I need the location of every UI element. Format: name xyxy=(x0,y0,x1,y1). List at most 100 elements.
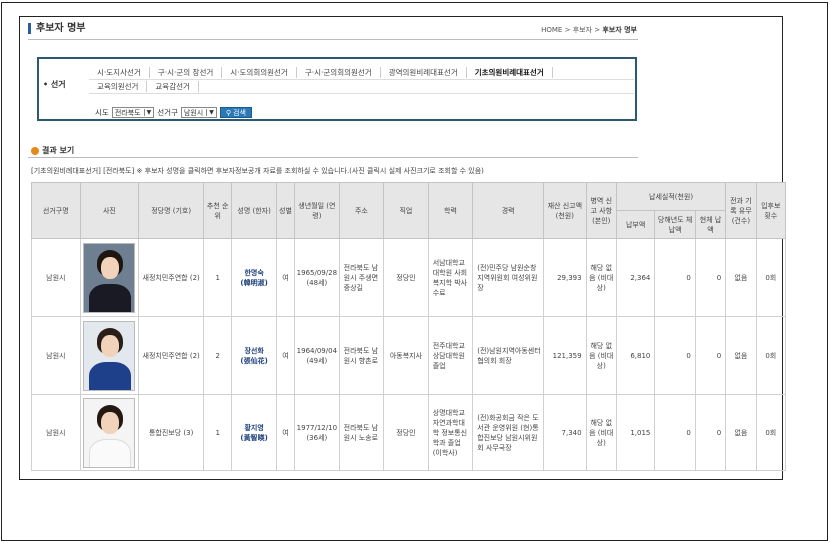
col-tax-arrears-year: 당해년도 체납액 xyxy=(654,210,696,239)
cell-career: (전)화공회금 작은 도서관 운영위원 (현)통합진보당 남원시위원회 사무국장 xyxy=(472,394,545,471)
breadcrumb-separator: > xyxy=(564,26,571,34)
col-tax-group: 납세실적(천원) xyxy=(615,182,727,211)
cell-gender: 여 xyxy=(275,316,296,395)
table-row: 남원시 새정치민주연합 (2) 1 한명숙 (韓明淑) 여 1965/09/28… xyxy=(31,238,787,317)
col-rank: 추천 순위 xyxy=(203,182,233,239)
tab-local-proportional[interactable]: 기초의원비례대표선거 xyxy=(467,67,553,78)
page-title: 후보자 명부 xyxy=(28,23,85,34)
candidate-photo[interactable] xyxy=(83,320,136,391)
col-assets: 재산 신고액 (천원) xyxy=(543,182,587,239)
district-select[interactable]: 남원시 ▼ xyxy=(180,107,217,118)
cell-gender: 여 xyxy=(275,238,296,317)
col-career: 경력 xyxy=(472,182,545,239)
sido-label: 시도 xyxy=(95,108,109,117)
candidate-name-link[interactable]: 장선화 (張仙花) xyxy=(231,316,277,395)
tab-sido-governor[interactable]: 시·도지사선거 xyxy=(89,67,150,78)
cell-military: 해당 없음 (비대상) xyxy=(585,238,617,317)
sido-select[interactable]: 전라북도 ▼ xyxy=(111,107,155,118)
cell-criminal: 없음 xyxy=(725,238,757,317)
cell-candidacy: 0회 xyxy=(755,394,787,471)
cell-job: 정당인 xyxy=(383,394,429,471)
col-photo: 사진 xyxy=(79,182,140,239)
cell-education: 상명대학교 자연과학대학 정보통신학과 졸업 (이학사) xyxy=(427,394,474,471)
chevron-down-icon: ▼ xyxy=(143,109,151,116)
tab-education-council[interactable]: 교육의원선거 xyxy=(89,81,148,92)
search-button-label: 검색 xyxy=(233,108,246,117)
candidate-name: 한명숙 xyxy=(244,268,264,277)
results-divider xyxy=(28,157,638,158)
cell-rank: 1 xyxy=(203,394,233,471)
cell-tax-arrears-year: 0 xyxy=(654,394,696,471)
cell-education: 전주대학교 상담대학원 졸업 xyxy=(427,316,474,395)
cell-career: (전)민주당 남원순창지역위원회 여성위원장 xyxy=(472,238,545,317)
cell-criminal: 없음 xyxy=(725,316,757,395)
col-criminal: 전과 기록 유무 (건수) xyxy=(725,182,757,239)
cell-tax-paid: 6,810 xyxy=(615,316,656,395)
cell-party: 새정치민주연합 (2) xyxy=(138,238,205,317)
search-button[interactable]: ⚲ 검색 xyxy=(219,107,252,118)
breadcrumb-separator: > xyxy=(594,26,601,34)
cell-gender: 여 xyxy=(275,394,296,471)
results-bullet-icon xyxy=(31,146,39,155)
cell-criminal: 없음 xyxy=(725,394,757,471)
results-heading: 결과 보기 xyxy=(31,145,74,156)
election-label-text: 선거 xyxy=(50,80,66,89)
tab-row-2: 교육의원선거 교육감선거 xyxy=(89,80,634,94)
cell-photo xyxy=(79,316,140,395)
election-label: • 선거 xyxy=(43,79,66,90)
tab-row-1: 시·도지사선거 구·시·군의 장선거 시·도의회의원선거 구·시·군의회의원선거… xyxy=(89,66,634,80)
candidate-name: 장선화 xyxy=(244,346,264,355)
tab-education-superintendent[interactable]: 교육감선거 xyxy=(147,81,199,92)
candidate-photo[interactable] xyxy=(83,242,136,313)
election-filter-panel: • 선거 시·도지사선거 구·시·군의 장선거 시·도의회의원선거 구·시·군의… xyxy=(37,57,637,121)
cell-tax-paid: 2,364 xyxy=(615,238,656,317)
breadcrumb: HOME > 후보자 > 후보자 명부 xyxy=(541,25,637,35)
election-type-tabs: 시·도지사선거 구·시·군의 장선거 시·도의회의원선거 구·시·군의회의원선거… xyxy=(89,66,634,94)
cell-photo xyxy=(79,394,140,471)
cell-birth: 1965/09/28 (48세) xyxy=(294,238,340,317)
cell-military: 해당 없음 (비대상) xyxy=(585,316,617,395)
table-row: 남원시 새정치민주연합 (2) 2 장선화 (張仙花) 여 1964/09/04… xyxy=(31,316,787,395)
breadcrumb-candidate[interactable]: 후보자 xyxy=(573,26,592,34)
cell-tax-current-arrears: 0 xyxy=(694,316,727,395)
district-value: 남원시 xyxy=(183,108,204,117)
cell-job: 정당인 xyxy=(383,238,429,317)
cell-military: 해당 없음 (비대상) xyxy=(585,394,617,471)
tab-sido-council[interactable]: 시·도의회의원선거 xyxy=(222,67,297,78)
candidate-hanja: (韓明淑) xyxy=(240,278,268,287)
cell-assets: 7,340 xyxy=(543,394,587,471)
candidate-name-link[interactable]: 황지영 (黃智暎) xyxy=(231,394,277,471)
col-candidacy: 입후보 횟수 xyxy=(755,182,787,239)
cell-party: 통합진보당 (3) xyxy=(138,394,205,471)
cell-photo xyxy=(79,238,140,317)
col-military: 병역 신고 사항 (본인) xyxy=(585,182,617,239)
col-tax-current-arrears: 현체 납액 xyxy=(694,210,727,239)
cell-party: 새정치민주연합 (2) xyxy=(138,316,205,395)
cell-tax-current-arrears: 0 xyxy=(694,238,727,317)
cell-job: 아동복지사 xyxy=(383,316,429,395)
col-district: 선거구명 xyxy=(31,182,81,239)
col-birth: 생년월일 (연령) xyxy=(294,182,340,239)
tab-local-council[interactable]: 구·시·군의회의원선거 xyxy=(297,67,381,78)
col-job: 직업 xyxy=(383,182,429,239)
breadcrumb-home[interactable]: HOME xyxy=(541,26,562,34)
candidate-photo[interactable] xyxy=(83,397,136,468)
filter-row: 시도 전라북도 ▼ 선거구 남원시 ▼ ⚲ 검색 xyxy=(95,107,252,118)
candidate-name-link[interactable]: 한명숙 (韓明淑) xyxy=(231,238,277,317)
col-name: 성명 (한자) xyxy=(231,182,277,239)
cell-education: 서남대학교대학원 사회복지학 박사 수료 xyxy=(427,238,474,317)
tab-regional-proportional[interactable]: 광역의원비례대표선거 xyxy=(381,67,467,78)
cell-rank: 2 xyxy=(203,316,233,395)
candidate-table: 선거구명 사진 정당명 (기호) 추천 순위 성명 (한자) 성별 생년월일 (… xyxy=(31,182,787,471)
cell-district: 남원시 xyxy=(31,394,81,471)
cell-career: (전)남원지역아동센터협의회 회장 xyxy=(472,316,545,395)
candidate-hanja: (張仙花) xyxy=(240,356,268,365)
cell-candidacy: 0회 xyxy=(755,316,787,395)
col-tax-paid: 납부액 xyxy=(615,210,656,239)
tab-mayor[interactable]: 구·시·군의 장선거 xyxy=(150,67,223,78)
cell-tax-arrears-year: 0 xyxy=(654,238,696,317)
cell-tax-current-arrears: 0 xyxy=(694,394,727,471)
cell-tax-arrears-year: 0 xyxy=(654,316,696,395)
cell-tax-paid: 1,015 xyxy=(615,394,656,471)
breadcrumb-current: 후보자 명부 xyxy=(602,26,637,34)
